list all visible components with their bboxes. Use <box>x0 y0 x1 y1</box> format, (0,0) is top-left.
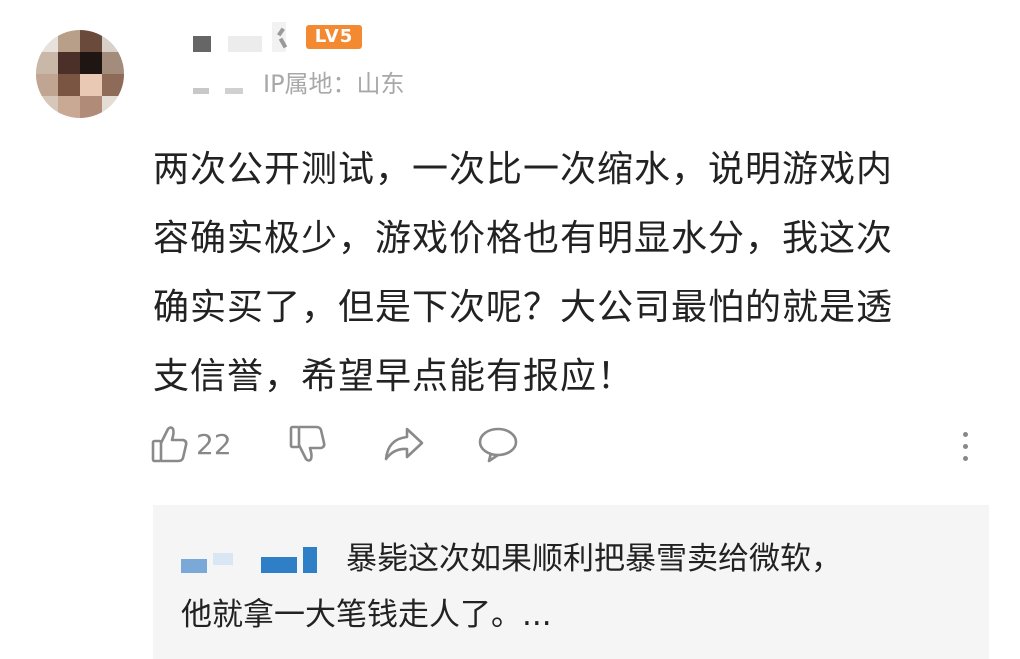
comment-line: 确实买了，但是下次呢？大公司最怕的就是透 <box>153 287 894 328</box>
reply-line: 暴毙这次如果顺利把暴雪卖给微软， <box>346 541 842 577</box>
reply-bubble-icon <box>476 423 520 465</box>
like-count: 22 <box>196 427 232 461</box>
comment-line: 容确实极少，游戏价格也有明显水分，我这次 <box>153 218 894 259</box>
reply-text: 暴毙这次如果顺利把暴雪卖给微软， 他就拿一大笔钱走人了。... <box>181 531 971 643</box>
reply-button[interactable] <box>476 420 520 468</box>
level-badge: LV5 <box>306 25 362 49</box>
share-button[interactable] <box>382 420 426 468</box>
dislike-button[interactable] <box>288 420 328 468</box>
reply-line: 他就拿一大笔钱走人了。... <box>181 597 552 633</box>
censor-block <box>193 88 209 94</box>
more-vertical-icon[interactable] <box>958 426 972 466</box>
ip-location: IP属地：山东 <box>263 70 405 98</box>
action-bar: 22 <box>150 420 990 470</box>
thumbs-up-icon <box>150 423 190 465</box>
thumbs-down-icon <box>288 423 328 465</box>
comment-body: 两次公开测试，一次比一次缩水，说明游戏内 容确实极少，游戏价格也有明显水分，我这… <box>153 135 973 411</box>
reply-preview[interactable]: 暴毙这次如果顺利把暴雪卖给微软， 他就拿一大笔钱走人了。... <box>153 505 989 659</box>
like-button[interactable]: 22 <box>150 420 232 468</box>
censor-block <box>225 88 243 94</box>
comment-line: 两次公开测试，一次比一次缩水，说明游戏内 <box>153 149 894 190</box>
share-icon <box>382 423 426 465</box>
avatar[interactable] <box>36 30 124 118</box>
comment-line: 支信誉，希望早点能有报应！ <box>153 356 635 397</box>
